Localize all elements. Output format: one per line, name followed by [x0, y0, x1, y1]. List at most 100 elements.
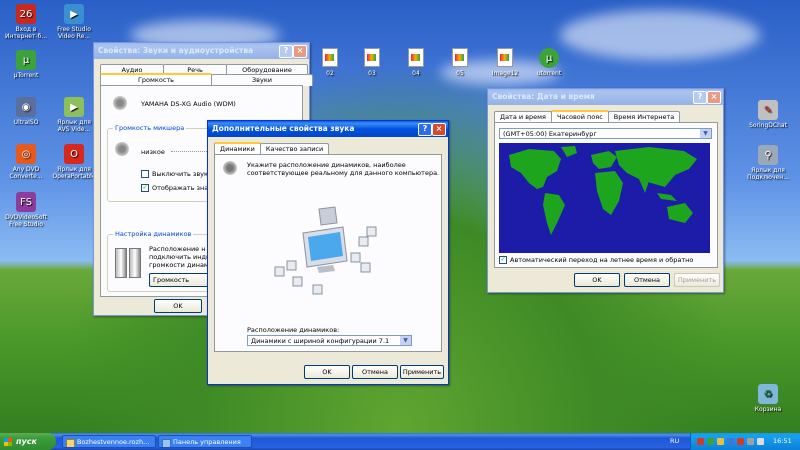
desktop-file-05[interactable]: 05 [442, 48, 478, 77]
help-button[interactable]: ? [693, 91, 707, 104]
ok-button[interactable]: OK [154, 299, 202, 313]
desktop-icon[interactable]: 26 Вход в Интернет-б... [4, 4, 48, 40]
date-time-window[interactable]: Свойства: Дата и время ? × Дата и время … [487, 88, 724, 293]
utorrent-icon: µ [539, 48, 559, 68]
speaker-volume-button[interactable]: Громкость динами [149, 273, 212, 287]
desktop-recycle-bin[interactable]: ♻ Корзина [746, 384, 790, 413]
checkbox-box-checked[interactable]: ✓ [141, 184, 149, 192]
speaker-placement-select[interactable]: Динамики с шириной конфигурации 7.1 ▼ [247, 335, 412, 346]
tab-speakers[interactable]: Динамики [214, 142, 261, 154]
tab-time-zone[interactable]: Часовой пояс [550, 110, 609, 122]
description-line: соответствующее реальному для данного ко… [247, 169, 440, 177]
volume-slider-track[interactable] [171, 151, 211, 154]
desktop-icon[interactable]: ▶ Ярлык для AVS Vide... [52, 97, 96, 133]
close-button[interactable]: × [707, 91, 721, 104]
file-label: 05 [456, 70, 464, 77]
taskbar-item-label: Bozhestvennoe.rozh... [77, 438, 150, 446]
speaker-placement-label: Расположение динамиков: [247, 326, 340, 334]
mute-checkbox[interactable]: Выключить звук [141, 170, 208, 178]
dst-checkbox[interactable]: ✓ Автоматический переход на летнее время … [499, 256, 693, 264]
app-icon: 26 [16, 4, 36, 24]
dst-label: Автоматический переход на летнее время и… [510, 256, 694, 264]
window-title: Дополнительные свойства звука [212, 124, 355, 133]
ok-button[interactable]: OK [574, 273, 620, 287]
desktop-icon-label: SoringDChat [749, 122, 787, 129]
desktop-icon[interactable]: FS DVDVideoSoft Free Studio [4, 192, 48, 228]
desktop-icon[interactable]: µ µTorrent [4, 50, 48, 79]
window-titlebar[interactable]: Дополнительные свойства звука ? × [208, 121, 448, 137]
speakers-icon-2 [129, 248, 141, 278]
speakers-text-line: громкости динам [149, 261, 209, 269]
app-icon: ◉ [16, 97, 36, 117]
desktop-icon[interactable]: ◉ UltraISO [4, 97, 48, 126]
close-button[interactable]: × [293, 45, 307, 58]
tab-volume[interactable]: Громкость [100, 73, 212, 85]
speaker-layout-illustration [274, 206, 377, 295]
timezone-select[interactable]: (GMT+05:00) Екатеринбург ▼ [499, 128, 712, 139]
taskbar-item-document[interactable]: Bozhestvennoe.rozh... [62, 435, 156, 448]
desktop-file-image12[interactable]: Image12 [487, 48, 523, 77]
desktop-icon[interactable]: ◎ Any DVD Converte... [4, 144, 48, 180]
checkbox-box-checked[interactable]: ✓ [499, 256, 507, 264]
window-title: Свойства: Звуки и аудиоустройства [98, 46, 254, 55]
desktop-file-03[interactable]: 03 [354, 48, 390, 77]
volume-tray-icon[interactable] [757, 438, 764, 445]
file-label: Image12 [491, 70, 519, 77]
chevron-down-icon[interactable]: ▼ [699, 129, 711, 138]
apply-button: Применить [674, 273, 720, 287]
tray-icon[interactable] [717, 438, 724, 445]
app-icon: ◎ [16, 144, 36, 164]
desktop-icon[interactable]: ▶ Free Studio Video Re... [52, 4, 96, 40]
desktop-icon-label: Ярлык для Подключен... [747, 167, 789, 181]
desktop-icon-label: Free Studio Video Re... [57, 26, 91, 40]
mixer-speaker-icon [115, 142, 129, 156]
speakers-icon [115, 248, 127, 278]
desktop-icon-label: Корзина [754, 406, 782, 413]
desktop-soringdchat[interactable]: ✎ SoringDChat [746, 100, 790, 129]
window-titlebar[interactable]: Свойства: Звуки и аудиоустройства ? × [94, 43, 309, 59]
desktop-icon-label: utorrent [536, 70, 562, 77]
language-indicator[interactable]: RU [670, 437, 679, 445]
mute-label: Выключить звук [152, 170, 208, 178]
tray-icon[interactable] [707, 438, 714, 445]
ok-button[interactable]: OK [304, 365, 350, 379]
desktop-file-04[interactable]: 04 [398, 48, 434, 77]
desktop-connection-shortcut[interactable]: ⚲ Ярлык для Подключен... [746, 145, 790, 181]
computer-monitor-icon [302, 206, 348, 273]
desktop-file-02[interactable]: 02 [312, 48, 348, 77]
document-icon [66, 439, 75, 447]
start-label: пуск [16, 437, 37, 446]
speaker-placement-value: Динамики с шириной конфигурации 7.1 [251, 337, 390, 345]
tray-icon[interactable] [697, 438, 704, 445]
checkbox-box[interactable] [141, 170, 149, 178]
file-icon [452, 48, 468, 67]
app-icon: O [64, 144, 84, 164]
tray-icon[interactable] [737, 438, 744, 445]
help-button[interactable]: ? [279, 45, 293, 58]
system-tray: 16:51 [690, 433, 800, 450]
desktop-icon[interactable]: O Ярлык для OperaPortable [52, 144, 96, 180]
tray-icon[interactable] [727, 438, 734, 445]
chevron-down-icon[interactable]: ▼ [399, 336, 411, 345]
close-button[interactable]: × [432, 123, 446, 136]
desktop-utorrent-top[interactable]: µ utorrent [527, 48, 571, 77]
start-button[interactable]: пуск [0, 433, 56, 450]
description-line: Укажите расположение динамиков, наиболее [247, 161, 406, 169]
apply-button[interactable]: Применить [400, 365, 444, 379]
clock[interactable]: 16:51 [773, 437, 792, 445]
cancel-button[interactable]: Отмена [624, 273, 670, 287]
taskbar-item-label: Панель управления [173, 438, 241, 446]
file-icon [322, 48, 338, 67]
tray-icon[interactable] [747, 438, 754, 445]
window-titlebar[interactable]: Свойства: Дата и время ? × [488, 89, 723, 105]
speaker-icon [113, 96, 127, 110]
desktop-icon-label: Any DVD Converte... [9, 166, 43, 180]
help-button[interactable]: ? [418, 123, 432, 136]
network-connection-icon: ⚲ [758, 145, 778, 165]
cancel-button[interactable]: Отмена [352, 365, 398, 379]
windows-logo-icon [4, 437, 12, 446]
taskbar-item-control-panel[interactable]: Панель управления [158, 435, 252, 448]
speakers-text-line: Расположение н [149, 245, 206, 253]
advanced-sound-window[interactable]: Дополнительные свойства звука ? × Динами… [207, 120, 449, 385]
speakers-panel: Укажите расположение динамиков, наиболее… [214, 154, 442, 352]
